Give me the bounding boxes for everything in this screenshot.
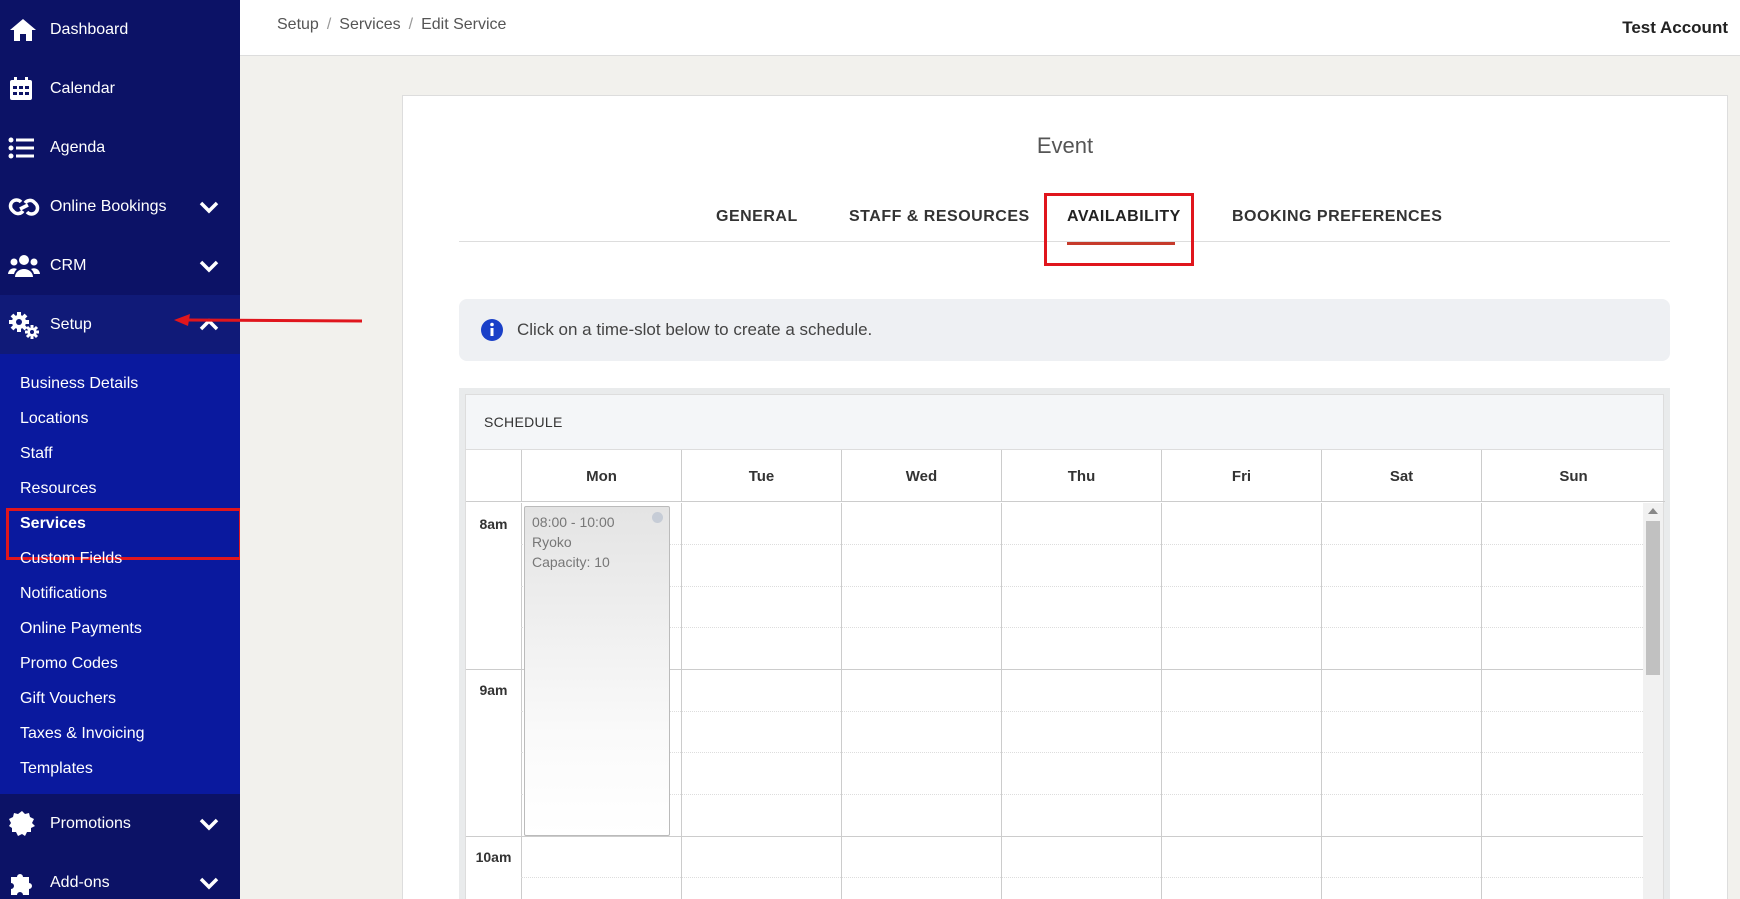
chevron-down-icon[interactable] <box>198 258 220 274</box>
chevron-down-icon[interactable] <box>198 875 220 891</box>
puzzle-icon <box>8 868 42 898</box>
service-card: Event GENERAL STAFF & RESOURCES AVAILABI… <box>402 95 1728 899</box>
nav-dashboard[interactable]: Dashboard <box>0 0 240 59</box>
day-header-wed: Wed <box>841 450 1001 502</box>
link-icon <box>8 192 42 222</box>
nav-agenda-label: Agenda <box>50 138 106 156</box>
submenu-online-payments[interactable]: Online Payments <box>0 611 240 646</box>
nav-setup-label: Setup <box>50 315 92 333</box>
grid-line <box>521 627 1643 628</box>
nav-calendar[interactable]: Calendar <box>0 59 240 118</box>
breadcrumb-setup[interactable]: Setup <box>277 16 319 33</box>
nav-dashboard-label: Dashboard <box>50 20 129 38</box>
nav-crm-label: CRM <box>50 256 87 274</box>
submenu-locations[interactable]: Locations <box>0 401 240 436</box>
calendar-icon <box>8 74 42 104</box>
grid-line <box>521 503 522 899</box>
schedule-calendar: SCHEDULE Mon Tue Wed Thu Fri Sat Sun 8am… <box>465 394 1665 899</box>
day-header-tue: Tue <box>681 450 841 502</box>
tab-booking-preferences[interactable]: BOOKING PREFERENCES <box>1232 208 1442 226</box>
grid-line <box>521 794 1643 795</box>
nav-crm[interactable]: CRM <box>0 236 240 295</box>
schedule-panel: SCHEDULE Mon Tue Wed Thu Fri Sat Sun 8am… <box>459 388 1670 899</box>
nav-online-bookings[interactable]: Online Bookings <box>0 177 240 236</box>
schedule-event[interactable]: 08:00 - 10:00 Ryoko Capacity: 10 <box>524 506 670 836</box>
submenu-gift-vouchers[interactable]: Gift Vouchers <box>0 681 240 716</box>
day-header-row: Mon Tue Wed Thu Fri Sat Sun <box>466 450 1665 502</box>
submenu-templates[interactable]: Templates <box>0 751 240 786</box>
submenu-notifications[interactable]: Notifications <box>0 576 240 611</box>
grid-line <box>1321 503 1322 899</box>
submenu-resources[interactable]: Resources <box>0 471 240 506</box>
topbar: Setup / Services / Edit Service Test Account <box>240 0 1740 56</box>
nav-online-bookings-label: Online Bookings <box>50 197 167 215</box>
event-time: 08:00 - 10:00 <box>532 514 615 530</box>
day-header-mon: Mon <box>521 450 681 502</box>
time-label-9am: 9am <box>479 682 508 698</box>
breadcrumb-edit-service: Edit Service <box>421 16 507 33</box>
breadcrumb-separator: / <box>408 16 414 33</box>
gears-icon <box>8 310 42 340</box>
grid-line <box>521 711 1643 712</box>
users-icon <box>8 251 42 281</box>
grid-line <box>841 503 842 899</box>
sidebar: Dashboard Calendar Agenda Online Booking… <box>0 0 240 899</box>
breadcrumb: Setup / Services / Edit Service <box>277 16 512 34</box>
submenu-business-details[interactable]: Business Details <box>0 366 240 401</box>
grid-line <box>521 586 1643 587</box>
time-grid[interactable]: 8am 9am 10am 08:00 - 10:00 Ryoko Capacit… <box>466 503 1665 899</box>
day-header-sun: Sun <box>1481 450 1665 502</box>
day-header-sat: Sat <box>1321 450 1481 502</box>
submenu-custom-fields[interactable]: Custom Fields <box>0 541 240 576</box>
day-header-thu: Thu <box>1001 450 1161 502</box>
vertical-scrollbar[interactable] <box>1643 503 1663 899</box>
account-name[interactable]: Test Account <box>1622 18 1728 38</box>
info-text: Click on a time-slot below to create a s… <box>517 320 873 339</box>
time-label-8am: 8am <box>479 516 508 532</box>
nav-add-ons[interactable]: Add-ons <box>0 853 240 899</box>
submenu-services[interactable]: Services <box>0 506 240 560</box>
home-icon <box>8 15 42 45</box>
tab-availability[interactable]: AVAILABILITY <box>1067 208 1181 226</box>
annotation-arrow <box>174 314 363 326</box>
submenu-staff[interactable]: Staff <box>0 436 240 471</box>
grid-line <box>521 877 1643 878</box>
nav-add-ons-label: Add-ons <box>50 873 110 891</box>
nav-promotions[interactable]: Promotions <box>0 794 240 853</box>
scrollbar-thumb[interactable] <box>1646 521 1660 675</box>
grid-line <box>1161 503 1162 899</box>
active-tab-indicator <box>1067 242 1175 245</box>
breadcrumb-services[interactable]: Services <box>339 16 400 33</box>
grid-line <box>681 503 682 899</box>
time-label-10am: 10am <box>475 849 512 865</box>
breadcrumb-separator: / <box>326 16 332 33</box>
grid-line <box>1481 503 1482 899</box>
nav-calendar-label: Calendar <box>50 79 115 97</box>
event-status-dot <box>652 512 663 523</box>
day-header-fri: Fri <box>1161 450 1321 502</box>
tab-staff-resources[interactable]: STAFF & RESOURCES <box>849 208 1030 226</box>
grid-line <box>521 752 1643 753</box>
grid-line <box>1001 503 1002 899</box>
page-title: Event <box>1036 133 1094 158</box>
submenu-promo-codes[interactable]: Promo Codes <box>0 646 240 681</box>
event-staff: Ryoko <box>532 534 572 550</box>
setup-submenu: Business Details Locations Staff Resourc… <box>0 354 240 794</box>
list-icon <box>8 133 42 163</box>
tab-general[interactable]: GENERAL <box>716 208 798 226</box>
grid-line <box>466 836 1643 837</box>
nav-agenda[interactable]: Agenda <box>0 118 240 177</box>
tab-bar <box>459 206 1670 242</box>
chevron-down-icon[interactable] <box>198 199 220 215</box>
schedule-header: SCHEDULE <box>466 395 1663 450</box>
chevron-down-icon[interactable] <box>198 816 220 832</box>
event-capacity: Capacity: 10 <box>532 554 610 570</box>
scroll-up-arrow-icon[interactable] <box>1648 508 1658 514</box>
submenu-taxes-invoicing[interactable]: Taxes & Invoicing <box>0 716 240 751</box>
badge-icon <box>8 809 42 839</box>
grid-line <box>521 544 1643 545</box>
info-icon <box>481 319 503 341</box>
nav-promotions-label: Promotions <box>50 814 131 832</box>
info-alert: Click on a time-slot below to create a s… <box>459 299 1670 361</box>
